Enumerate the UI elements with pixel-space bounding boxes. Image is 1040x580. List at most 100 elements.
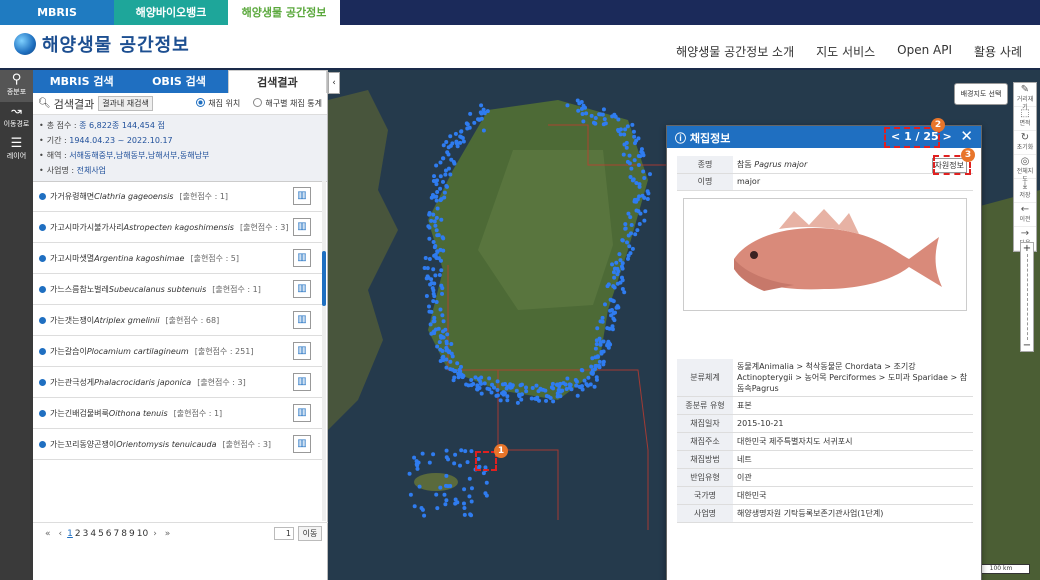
occurrence-dot — [618, 127, 623, 132]
occurrence-dot — [489, 390, 494, 395]
zoom-slider[interactable]: + − — [1020, 242, 1034, 352]
occurrence-dot — [430, 193, 435, 198]
occurrence-dot — [443, 502, 448, 507]
chart-icon[interactable]: ▥ — [293, 218, 311, 236]
rail-migration-route[interactable]: ↝ 이동경로 — [0, 102, 33, 134]
chart-icon[interactable]: ▥ — [293, 311, 311, 329]
occurrence-dot — [477, 385, 482, 390]
list-item[interactable]: 가고시마샛멸 Argentina kagoshimae [출현점수 : 5] ▥ — [33, 243, 323, 274]
page-link[interactable]: 4 — [90, 529, 96, 539]
occurrence-dot — [629, 222, 634, 227]
page-link[interactable]: 9 — [129, 529, 135, 539]
page-link[interactable]: 2 — [75, 529, 81, 539]
search-result-row: 🔍︎ 검색결과 결과내 재검색 채집 위치 해구별 채집 통계 — [33, 93, 327, 115]
occurrence-count: [출현점수 : 3] — [197, 377, 246, 387]
chart-icon[interactable]: ▥ — [293, 404, 311, 422]
occurrence-dot — [463, 449, 468, 454]
area-icon: ⬚ — [1020, 108, 1030, 119]
occurrence-dot — [637, 222, 642, 227]
zoom-out-button[interactable]: − — [1021, 340, 1033, 351]
occurrence-dot — [517, 394, 522, 399]
occurrence-dot — [626, 253, 631, 258]
tab-search-results[interactable]: 검색결과 — [227, 70, 327, 93]
page-link[interactable]: 3 — [83, 529, 89, 539]
occurrence-dot — [469, 449, 474, 454]
occurrence-dot — [642, 218, 647, 223]
page-link[interactable]: 6 — [106, 529, 112, 539]
nav-map-service[interactable]: 지도 서비스 — [816, 43, 875, 60]
map-view[interactable]: ‹ 배경지도 선택 ✎ 거리재기 ⬚ 면적 ↻ 초기화 ◎ 전체지도 ⤓ 저장 ← 이전 →… — [328, 70, 1040, 580]
go-page-button[interactable]: 이동 — [298, 526, 322, 541]
occurrence-dot — [444, 455, 449, 460]
occurrence-dot — [439, 268, 444, 273]
table-row: 반입유형 이관 — [677, 468, 973, 487]
tool-label: 저장 — [1019, 192, 1031, 199]
occurrence-dot — [441, 329, 446, 334]
chart-icon[interactable]: ▥ — [293, 342, 311, 360]
prev-page-button[interactable]: ‹ — [59, 529, 63, 539]
nav-open-api[interactable]: Open API — [897, 43, 952, 60]
chart-icon[interactable]: ▥ — [293, 373, 311, 391]
list-item[interactable]: 가고시마가시불가사리 Astropecten kagoshimensis [출현점수… — [33, 212, 323, 243]
background-map-select[interactable]: 배경지도 선택 — [954, 83, 1008, 105]
occurrence-dot — [432, 174, 437, 179]
list-item[interactable]: 가는갯는쟁이 Atriplex gmelinii [출현점수 : 68] ▥ — [33, 305, 323, 336]
chart-icon[interactable]: ▥ — [293, 280, 311, 298]
tab-marine-biobank[interactable]: 해양바이오뱅크 — [114, 0, 228, 25]
close-icon[interactable]: ✕ — [960, 128, 973, 144]
occurrence-dot — [642, 176, 647, 181]
page-link[interactable]: 1 — [67, 529, 73, 539]
radio-label: 해구별 채집 통계 — [265, 99, 322, 108]
occurrence-dot — [431, 452, 436, 457]
full-map-tool[interactable]: ◎ 전체지도 — [1014, 155, 1036, 183]
detail-key: 사업명 — [677, 504, 733, 523]
zoom-track[interactable] — [1027, 254, 1033, 340]
site-logo[interactable]: 해양생물 공간정보 — [14, 31, 190, 57]
tab-mbris-search[interactable]: MBRIS 검색 — [33, 70, 131, 93]
save-tool[interactable]: ⤓ 저장 — [1014, 179, 1036, 203]
refresh-icon: ↻ — [1020, 132, 1030, 143]
next-page-button[interactable]: › — [153, 529, 157, 539]
last-page-button[interactable]: » — [165, 529, 171, 539]
collapse-panel-button[interactable]: ‹ — [328, 72, 340, 94]
tab-obis-search[interactable]: OBIS 검색 — [130, 70, 228, 93]
list-item[interactable]: 가는관극성게 Phalacrocidaris japonica [출현점수 : 3]… — [33, 367, 323, 398]
chart-icon[interactable]: ▥ — [293, 249, 311, 267]
page-link[interactable]: 7 — [114, 529, 120, 539]
reset-tool[interactable]: ↻ 초기화 — [1014, 131, 1036, 155]
zoom-in-button[interactable]: + — [1021, 243, 1033, 254]
occurrence-dot — [435, 344, 440, 349]
page-link[interactable]: 10 — [137, 529, 148, 539]
occurrence-dot — [431, 267, 436, 272]
chart-icon[interactable]: ▥ — [293, 435, 311, 453]
occurrence-dot — [615, 304, 620, 309]
list-item[interactable]: 가는꼬리동양곤쟁이 Orientomysis tenuicauda [출현점수 : … — [33, 429, 323, 460]
rail-species-distribution[interactable]: ⚲ 종분포 — [0, 70, 33, 102]
list-item[interactable]: 가느스름참노벌레 Subeucalanus subtenuis [출현점수 : 1]… — [33, 274, 323, 305]
measure-area-tool[interactable]: ⬚ 면적 — [1014, 107, 1036, 131]
occurrence-dot — [632, 199, 637, 204]
chart-icon[interactable]: ▥ — [293, 187, 311, 205]
tab-marine-spatial-info[interactable]: 해양생물 공간정보 — [228, 0, 340, 25]
research-button[interactable]: 결과내 재검색 — [98, 96, 153, 111]
first-page-button[interactable]: « — [45, 529, 51, 539]
occurrence-dot — [465, 126, 470, 131]
list-item[interactable]: 가거유령해면 Clathria gageoensis [출현점수 : 1] ▥ — [33, 181, 323, 212]
measure-distance-tool[interactable]: ✎ 거리재기 — [1014, 83, 1036, 111]
page-number-input[interactable]: 1 — [274, 527, 294, 540]
list-scrollbar[interactable] — [322, 181, 326, 521]
radio-collection-location[interactable] — [196, 98, 206, 107]
tab-mbris[interactable]: MBRIS — [0, 0, 114, 25]
radio-grid-stats[interactable] — [253, 98, 263, 107]
next-record-button[interactable]: > — [943, 130, 952, 143]
scroll-thumb[interactable] — [322, 251, 326, 306]
occurrence-dot — [443, 168, 448, 173]
rail-layers[interactable]: ☰ 레이어 — [0, 134, 33, 166]
previous-view-tool[interactable]: ← 이전 — [1014, 203, 1036, 227]
nav-intro[interactable]: 해양생물 공간정보 소개 — [676, 43, 794, 60]
page-link[interactable]: 8 — [121, 529, 127, 539]
page-link[interactable]: 5 — [98, 529, 104, 539]
list-item[interactable]: 가는긴배검물벼룩 Oithona tenuis [출현점수 : 1] ▥ — [33, 398, 323, 429]
list-item[interactable]: 가는갈습이 Plocamium cartilagineum [출현점수 : 251]… — [33, 336, 323, 367]
nav-use-cases[interactable]: 활용 사례 — [974, 43, 1022, 60]
